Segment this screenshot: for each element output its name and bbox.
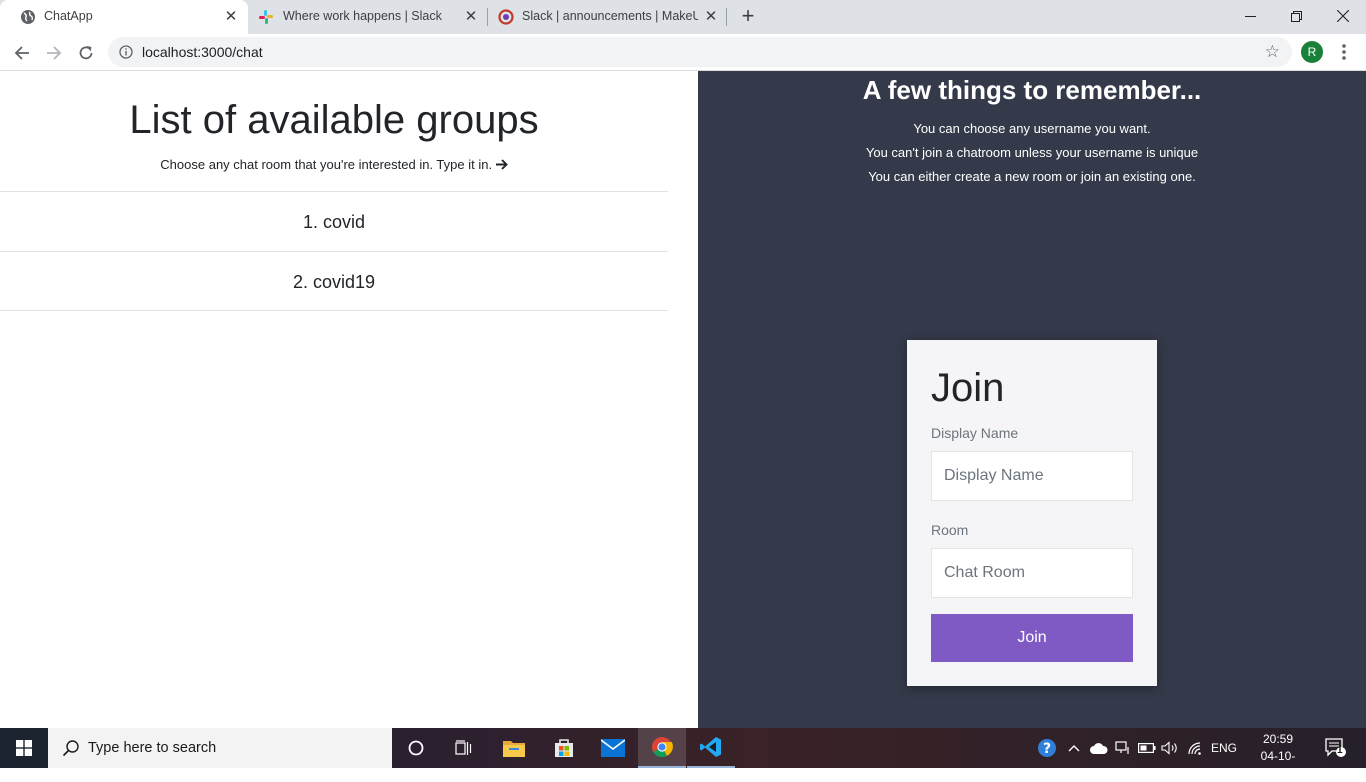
tip-item: You can either create a new room or join… <box>868 169 1196 184</box>
start-button[interactable] <box>0 728 48 768</box>
join-heading: Join <box>931 366 1005 410</box>
group-list: 1. covid 2. covid19 <box>0 191 668 311</box>
action-center-button[interactable]: 1 <box>1318 728 1354 768</box>
notification-count: 1 <box>1337 745 1343 756</box>
tips-list: You can choose any username you want. Yo… <box>698 117 1366 189</box>
tab-chatapp[interactable]: ChatApp ✕ <box>0 0 248 34</box>
tab-title: ChatApp <box>44 9 93 23</box>
mail-button[interactable] <box>589 728 637 768</box>
reload-button[interactable] <box>72 39 100 67</box>
subtitle-text: Choose any chat room that you're interes… <box>160 157 493 172</box>
list-item: 1. covid <box>0 191 668 251</box>
arrow-right-icon <box>47 46 62 60</box>
windows-logo-icon <box>16 740 32 756</box>
close-window-button[interactable] <box>1320 0 1366 32</box>
minimize-button[interactable] <box>1227 0 1273 32</box>
close-icon[interactable]: ✕ <box>222 8 240 26</box>
room-input[interactable] <box>931 548 1133 598</box>
url-text: localhost:3000/chat <box>142 44 263 60</box>
vscode-button[interactable] <box>687 728 735 768</box>
browser-toolbar: localhost:3000/chat ☆ R <box>0 34 1366 71</box>
notification-icon <box>1325 738 1346 757</box>
makeuc-logo-icon <box>498 9 514 25</box>
page-subtitle: Choose any chat room that you're interes… <box>0 157 668 172</box>
back-button[interactable] <box>8 39 36 67</box>
search-placeholder: Type here to search <box>88 740 217 756</box>
display-icon <box>1115 741 1129 754</box>
chevron-up-icon <box>1068 745 1080 752</box>
battery-icon <box>1138 743 1156 753</box>
globe-icon <box>21 10 35 24</box>
vscode-logo-icon <box>700 737 721 757</box>
language-indicator[interactable]: ENG <box>1208 728 1240 768</box>
display-name-input[interactable] <box>931 451 1133 501</box>
list-item: 2. covid19 <box>0 251 668 311</box>
profile-avatar[interactable]: R <box>1301 41 1323 63</box>
store-bag-icon <box>555 739 573 757</box>
info-panel: A few things to remember... You can choo… <box>698 71 1366 728</box>
help-icon: ? <box>1038 739 1056 757</box>
tab-slack[interactable]: Where work happens | Slack ✕ <box>248 0 488 34</box>
groups-panel: List of available groups Choose any chat… <box>0 71 698 728</box>
search-icon <box>62 740 79 757</box>
taskbar-search[interactable]: Type here to search <box>48 728 392 768</box>
cloud-icon <box>1090 742 1108 754</box>
display-name-label: Display Name <box>931 425 1019 441</box>
folder-icon <box>503 741 525 757</box>
new-tab-button[interactable]: + <box>737 5 759 28</box>
menu-kebab-icon[interactable] <box>1336 42 1352 62</box>
clock-time: 20:59 <box>1262 732 1294 746</box>
task-view-icon <box>455 740 472 755</box>
close-icon[interactable]: ✕ <box>702 8 720 26</box>
info-icon[interactable] <box>119 45 133 59</box>
bookmark-star-icon[interactable]: ☆ <box>1265 43 1280 61</box>
tab-separator <box>726 8 727 26</box>
mail-icon <box>601 739 625 757</box>
chrome-button[interactable] <box>638 728 686 768</box>
display-tray-button[interactable] <box>1112 728 1134 768</box>
network-tray-button[interactable] <box>1184 728 1206 768</box>
onedrive-tray-button[interactable] <box>1088 728 1110 768</box>
tab-title: Slack | announcements | MakeUC <box>522 9 698 23</box>
task-view-button[interactable] <box>440 728 488 768</box>
clock-date: 04-10-2020 <box>1260 749 1296 780</box>
battery-tray-button[interactable] <box>1136 728 1158 768</box>
cortana-button[interactable] <box>392 728 440 768</box>
file-explorer-button[interactable] <box>490 728 538 768</box>
room-label: Room <box>931 522 969 538</box>
wifi-icon <box>1188 742 1201 755</box>
tab-slack-announcements[interactable]: Slack | announcements | MakeUC ✕ <box>488 0 726 34</box>
volume-tray-button[interactable] <box>1159 728 1181 768</box>
cortana-circle-icon <box>408 740 424 756</box>
store-button[interactable] <box>540 728 588 768</box>
address-bar[interactable]: localhost:3000/chat ☆ <box>108 37 1292 67</box>
reload-icon <box>79 46 93 60</box>
join-form: Join Display Name Room Join <box>907 340 1157 686</box>
show-hidden-icons-button[interactable] <box>1064 728 1084 768</box>
tip-item: You can't join a chatroom unless your us… <box>865 145 1199 160</box>
speaker-icon <box>1161 741 1177 755</box>
tab-title: Where work happens | Slack <box>283 9 442 23</box>
arrow-right-icon <box>495 159 508 170</box>
help-tray-button[interactable]: ? <box>1034 728 1060 768</box>
page-title: List of available groups <box>129 98 539 142</box>
restore-icon <box>1290 10 1302 22</box>
minimize-icon <box>1244 15 1256 17</box>
close-icon[interactable]: ✕ <box>462 8 480 26</box>
clock[interactable]: 20:59 04-10-2020 <box>1250 731 1306 782</box>
forward-button[interactable] <box>40 39 68 67</box>
slack-logo-icon <box>259 10 273 24</box>
windows-taskbar: Type here to search ? ENG 20:59 04-10-20… <box>0 728 1366 780</box>
browser-tab-strip: ChatApp ✕ Where work happens | Slack ✕ S… <box>0 0 1366 34</box>
close-icon <box>1337 10 1349 22</box>
svg-text:?: ? <box>1043 741 1051 757</box>
arrow-left-icon <box>14 46 29 60</box>
remember-title: A few things to remember... <box>862 75 1202 105</box>
restore-button[interactable] <box>1273 0 1319 32</box>
chrome-logo-icon <box>652 737 673 758</box>
join-button[interactable]: Join <box>931 614 1133 662</box>
tip-item: You can choose any username you want. <box>913 121 1151 136</box>
